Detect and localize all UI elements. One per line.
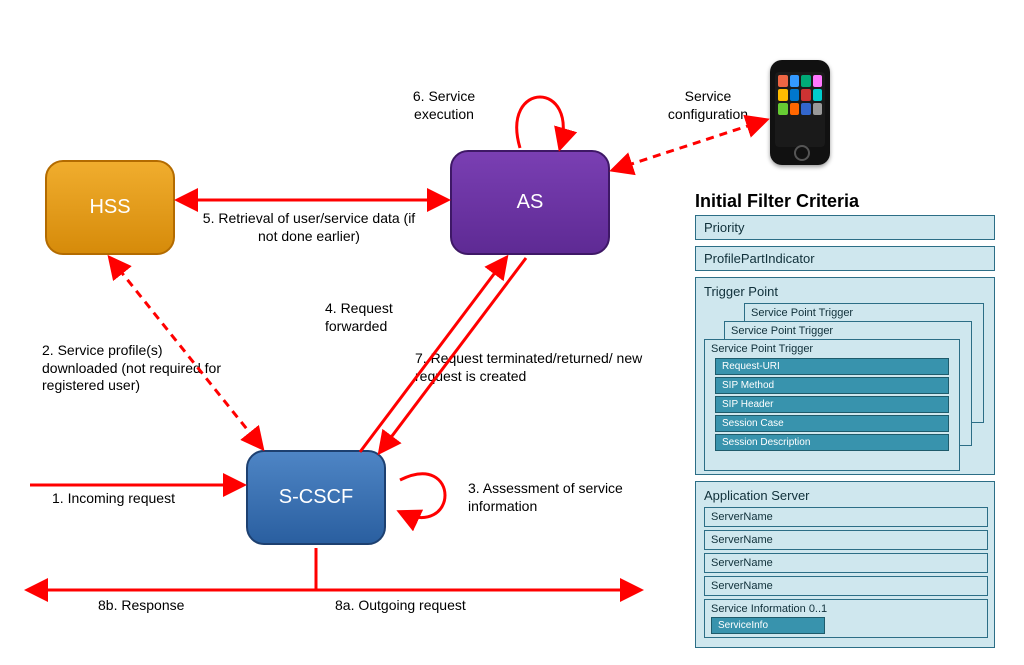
svcinfo-row: Service Information 0..1 ServiceInfo bbox=[704, 599, 988, 638]
hss-label: HSS bbox=[89, 196, 130, 219]
ifc-title: Initial Filter Criteria bbox=[695, 190, 859, 213]
step2-label: 2. Service profile(s) downloaded (not re… bbox=[42, 342, 227, 395]
servername-row: ServerName bbox=[704, 507, 988, 527]
servername-row: ServerName bbox=[704, 576, 988, 596]
step8a-label: 8a. Outgoing request bbox=[335, 597, 505, 615]
spt-item: Session Case bbox=[715, 415, 949, 432]
step1-label: 1. Incoming request bbox=[52, 490, 232, 508]
servername-row: ServerName bbox=[704, 553, 988, 573]
as-node: AS bbox=[450, 150, 610, 255]
scscf-label: S-CSCF bbox=[279, 486, 353, 509]
spt-item: Request-URI bbox=[715, 358, 949, 375]
ifc-priority: Priority bbox=[695, 215, 995, 240]
trigger-title: Trigger Point bbox=[704, 284, 988, 299]
svc-config-label: Service configuration bbox=[648, 88, 768, 123]
as-label: AS bbox=[517, 191, 544, 214]
appserver-title: Application Server bbox=[704, 488, 988, 503]
step4-label: 4. Request forwarded bbox=[325, 300, 435, 335]
spt-item: SIP Header bbox=[715, 396, 949, 413]
spt-item: Session Description bbox=[715, 434, 949, 451]
phone-icon bbox=[770, 60, 830, 165]
spt-item: SIP Method bbox=[715, 377, 949, 394]
step8b-label: 8b. Response bbox=[98, 597, 218, 615]
step5-label: 5. Retrieval of user/service data (if no… bbox=[194, 210, 424, 245]
hss-node: HSS bbox=[45, 160, 175, 255]
step3-label: 3. Assessment of service information bbox=[468, 480, 638, 515]
trigger-point-group: Trigger Point Service Point Trigger Serv… bbox=[695, 277, 995, 475]
servername-row: ServerName bbox=[704, 530, 988, 550]
spt-front: Service Point Trigger Request-URI SIP Me… bbox=[704, 339, 960, 471]
appserver-group: Application Server ServerName ServerName… bbox=[695, 481, 995, 648]
scscf-node: S-CSCF bbox=[246, 450, 386, 545]
ifc-ppi: ProfilePartIndicator bbox=[695, 246, 995, 271]
serviceinfo-item: ServiceInfo bbox=[711, 617, 825, 634]
step6-label: 6. Service execution bbox=[394, 88, 494, 123]
ifc-panel: Priority ProfilePartIndicator Trigger Po… bbox=[695, 215, 995, 654]
step7-label: 7. Request terminated/returned/ new requ… bbox=[415, 350, 645, 385]
